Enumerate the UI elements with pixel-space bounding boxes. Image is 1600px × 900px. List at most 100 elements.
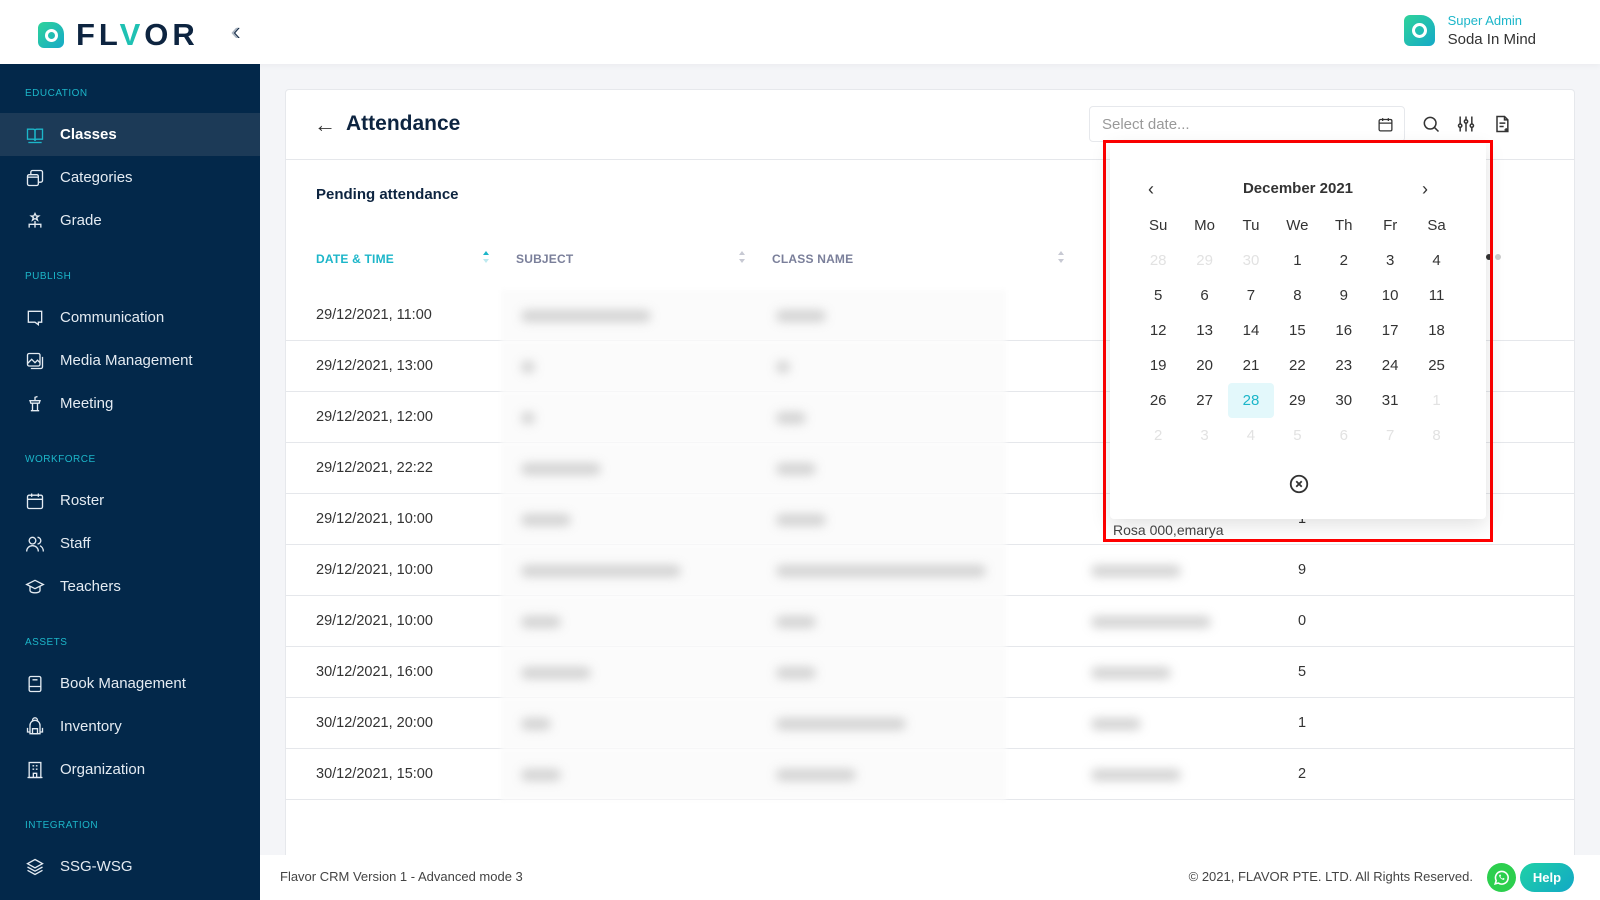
sidebar-item-classes[interactable]: Classes: [0, 113, 260, 156]
calendar-day[interactable]: 13: [1181, 313, 1227, 348]
table-row[interactable]: 29/12/2021, 10:00 9: [286, 545, 1574, 596]
sidebar-item-meeting[interactable]: Meeting: [0, 382, 260, 425]
calendar-day[interactable]: 5: [1135, 278, 1181, 313]
redacted-class-name: [776, 565, 986, 577]
calendar-day[interactable]: 8: [1274, 278, 1320, 313]
calendar-icon[interactable]: [1377, 116, 1394, 133]
calendar-day[interactable]: 23: [1321, 348, 1367, 383]
calendar-day[interactable]: 30: [1228, 243, 1274, 278]
calendar-day[interactable]: 17: [1367, 313, 1413, 348]
sort-icon[interactable]: [1057, 250, 1065, 264]
next-month-button[interactable]: ›: [1422, 179, 1428, 200]
user-menu[interactable]: Super Admin Soda In Mind: [1403, 13, 1536, 48]
column-header-subject[interactable]: SUBJECT: [516, 252, 573, 266]
sidebar-item-inventory[interactable]: Inventory: [0, 705, 260, 748]
calendar-day[interactable]: 22: [1274, 348, 1320, 383]
column-header-class-name[interactable]: CLASS NAME: [772, 252, 853, 266]
count-cell: 1: [1298, 715, 1307, 731]
calendar-day[interactable]: 6: [1181, 278, 1227, 313]
sidebar-item-media-management[interactable]: Media Management: [0, 339, 260, 382]
clear-date-icon[interactable]: [1288, 473, 1310, 495]
column-header-date-time[interactable]: DATE & TIME: [316, 252, 394, 266]
calendar-day[interactable]: 27: [1181, 383, 1227, 418]
calendar-day[interactable]: 20: [1181, 348, 1227, 383]
stack-icon: [26, 169, 44, 186]
top-bar: FLVOR ‹‹ Super Admin Soda In Mind: [0, 0, 1600, 64]
whatsapp-icon: [1493, 870, 1509, 885]
redacted-area: [501, 392, 1006, 443]
calendar-day[interactable]: 19: [1135, 348, 1181, 383]
redacted-subject: [521, 718, 551, 730]
calendar-day[interactable]: 25: [1413, 348, 1459, 383]
podium-icon: [29, 395, 41, 411]
calendar-day[interactable]: 3: [1181, 418, 1227, 453]
calendar-day[interactable]: 4: [1228, 418, 1274, 453]
logo[interactable]: FLVOR: [38, 17, 199, 53]
sidebar-item-teachers[interactable]: Teachers: [0, 565, 260, 608]
sidebar-item-label: Staff: [60, 535, 91, 552]
calendar-day[interactable]: 1: [1413, 383, 1459, 418]
calendar-day[interactable]: 31: [1367, 383, 1413, 418]
calendar-day[interactable]: 4: [1413, 243, 1459, 278]
search-icon[interactable]: [1421, 114, 1441, 134]
count-cell: 2: [1298, 766, 1307, 782]
whatsapp-button[interactable]: [1487, 863, 1516, 892]
sidebar-item-grade[interactable]: Grade: [0, 199, 260, 242]
sidebar-item-staff[interactable]: Staff: [0, 522, 260, 565]
sidebar-item-label: Teachers: [60, 578, 121, 595]
calendar-day[interactable]: 28: [1135, 243, 1181, 278]
filter-sliders-icon[interactable]: [1456, 114, 1476, 134]
calendar-day[interactable]: 30: [1321, 383, 1367, 418]
export-file-icon[interactable]: [1492, 114, 1512, 134]
redacted-area: [501, 698, 1006, 749]
layers-icon: [26, 858, 44, 875]
calendar-day[interactable]: 1: [1274, 243, 1320, 278]
calendar-day[interactable]: 5: [1274, 418, 1320, 453]
calendar-day[interactable]: 29: [1274, 383, 1320, 418]
calendar-day[interactable]: 7: [1228, 278, 1274, 313]
graduation-cap-icon: [25, 579, 45, 594]
calendar-day[interactable]: 6: [1321, 418, 1367, 453]
calendar-day[interactable]: 2: [1321, 243, 1367, 278]
calendar-day[interactable]: 16: [1321, 313, 1367, 348]
redacted-teacher: [1091, 565, 1181, 577]
calendar-day[interactable]: 29: [1181, 243, 1227, 278]
sidebar-section-assets: ASSETS: [25, 637, 68, 648]
sidebar-item-book-management[interactable]: Book Management: [0, 662, 260, 705]
calendar-day[interactable]: 11: [1413, 278, 1459, 313]
table-row[interactable]: 29/12/2021, 10:00 0: [286, 596, 1574, 647]
calendar-day[interactable]: 8: [1413, 418, 1459, 453]
table-row[interactable]: 30/12/2021, 20:00 1: [286, 698, 1574, 749]
table-row[interactable]: 30/12/2021, 15:00 2: [286, 749, 1574, 800]
calendar-day[interactable]: 18: [1413, 313, 1459, 348]
date-picker-input[interactable]: Select date...: [1089, 106, 1405, 142]
sidebar-item-categories[interactable]: Categories: [0, 156, 260, 199]
calendar-day-today[interactable]: 28: [1227, 383, 1275, 418]
calendar-day[interactable]: 26: [1135, 383, 1181, 418]
sidebar-item-communication[interactable]: Communication: [0, 296, 260, 339]
back-button[interactable]: ←: [314, 114, 336, 136]
calendar-day[interactable]: 21: [1228, 348, 1274, 383]
sidebar-item-label: Categories: [60, 169, 133, 186]
calendar-day[interactable]: 15: [1274, 313, 1320, 348]
calendar-day[interactable]: 2: [1135, 418, 1181, 453]
calendar-day[interactable]: 7: [1367, 418, 1413, 453]
sidebar-item-roster[interactable]: Roster: [0, 479, 260, 522]
calendar-day[interactable]: 10: [1367, 278, 1413, 313]
calendar-day[interactable]: 12: [1135, 313, 1181, 348]
table-row[interactable]: 30/12/2021, 16:00 5: [286, 647, 1574, 698]
calendar-day[interactable]: 9: [1321, 278, 1367, 313]
sort-icon[interactable]: [738, 250, 746, 264]
sidebar-item-organization[interactable]: Organization: [0, 748, 260, 791]
calendar-grid: Su Mo Tu We Th Fr Sa 28 29 30 1 2 3 4 5 6 7 8 9 10 11 12 13 14 1…: [1135, 208, 1460, 453]
calendar-day[interactable]: 24: [1367, 348, 1413, 383]
calendar-day[interactable]: 14: [1228, 313, 1274, 348]
collapse-sidebar-button[interactable]: ‹‹: [231, 18, 241, 44]
sidebar-item-label: Communication: [60, 309, 165, 326]
sidebar-item-ssg-wsg[interactable]: SSG-WSG: [0, 845, 260, 888]
calendar-day[interactable]: 3: [1367, 243, 1413, 278]
help-button[interactable]: Help: [1520, 863, 1574, 892]
sidebar: EDUCATION Classes Categories Grade PUBLI…: [0, 64, 260, 900]
sort-icon[interactable]: [482, 250, 490, 264]
redacted-area: [501, 596, 1006, 647]
